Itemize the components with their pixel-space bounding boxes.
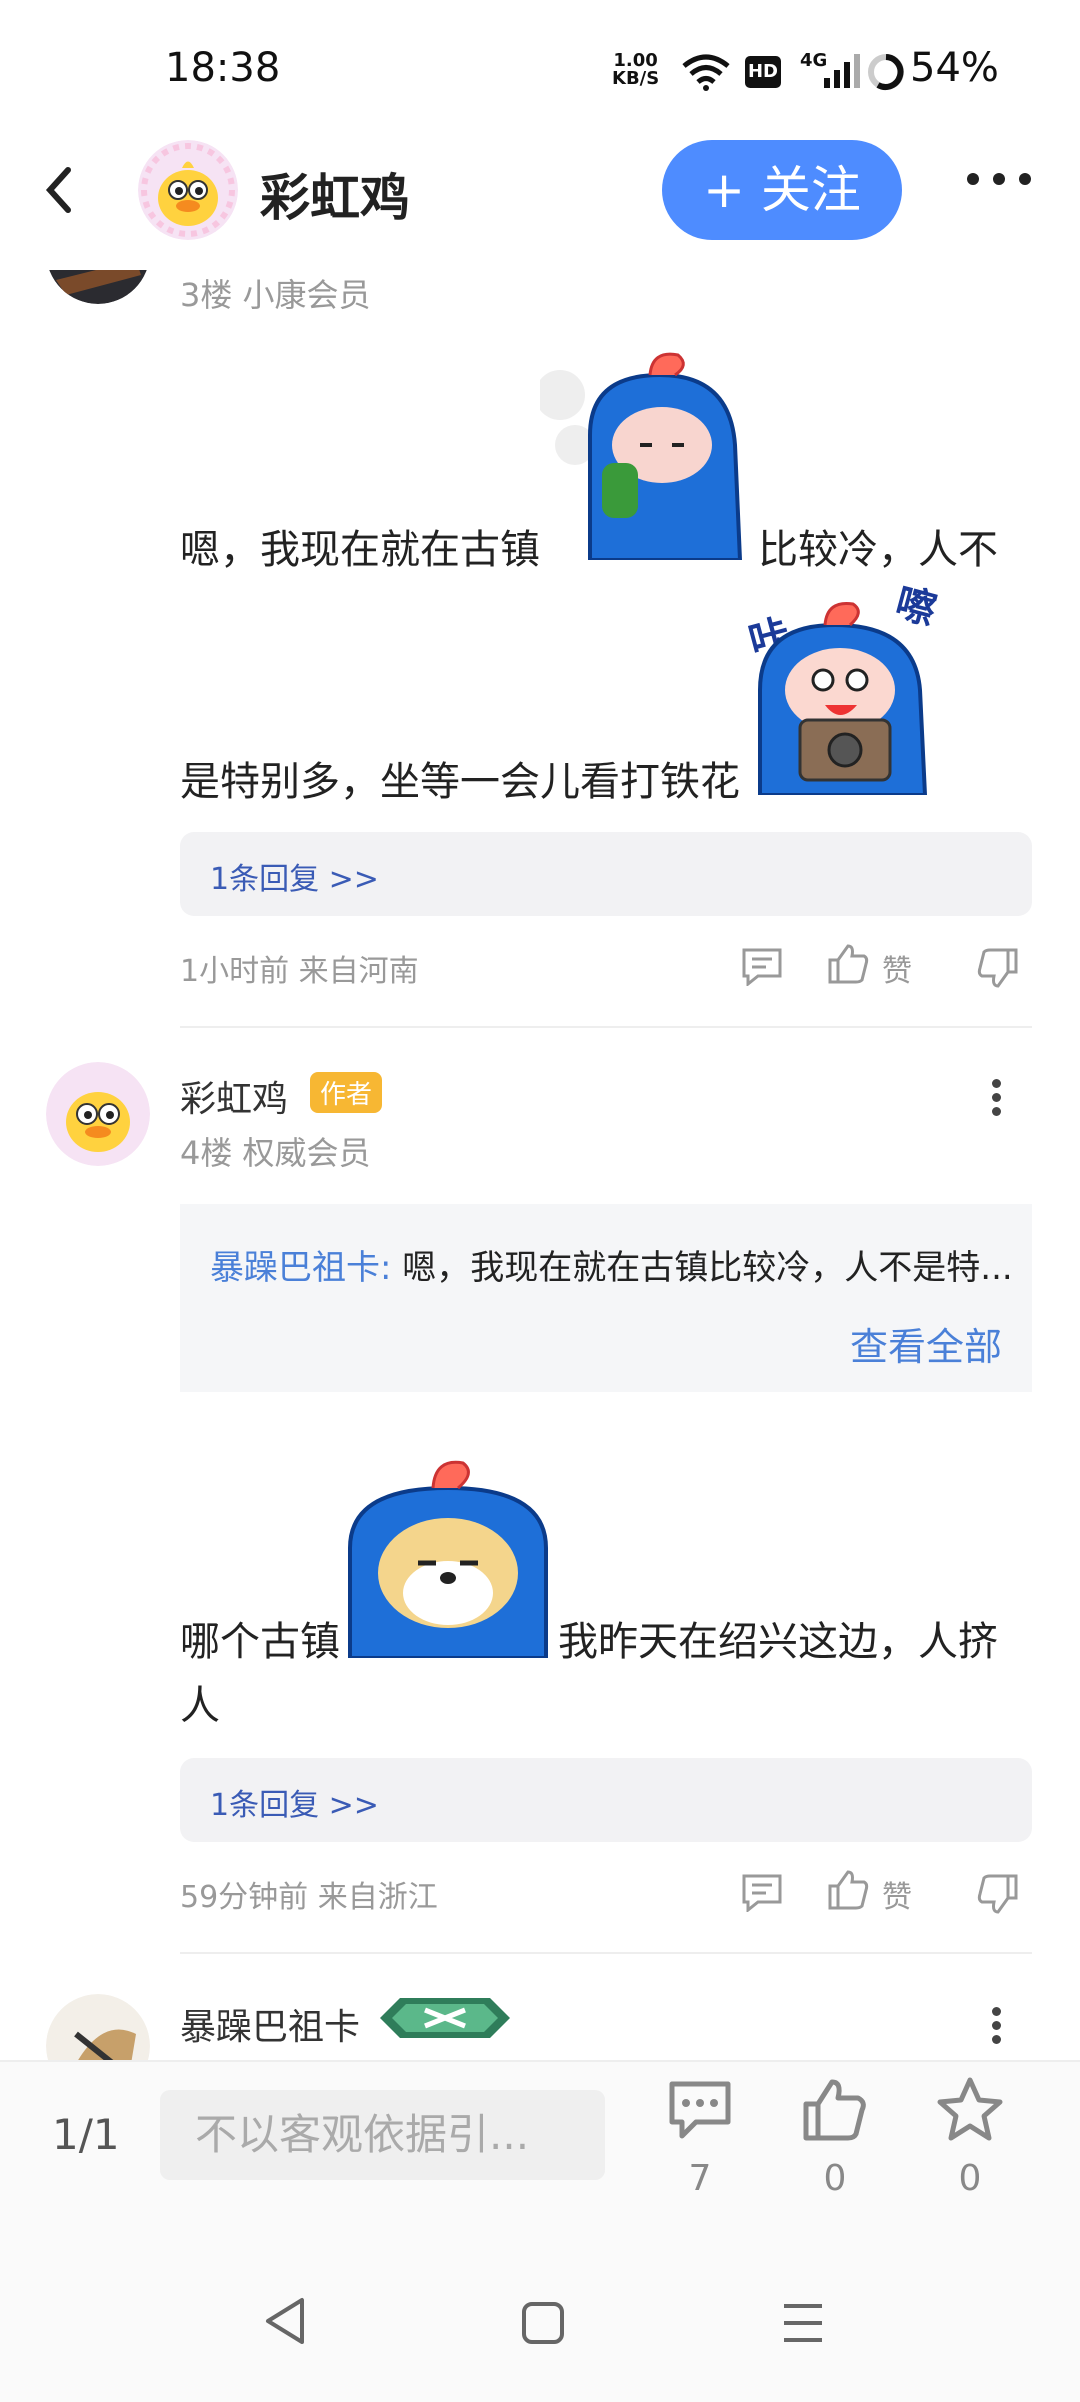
comment-input[interactable]: 不以客观依据引... xyxy=(160,2090,605,2180)
post-footer-meta: 1小时前 来自河南 xyxy=(180,954,419,989)
post-menu-icon[interactable] xyxy=(992,2002,1001,2049)
reply-box[interactable]: 1条回复 >> xyxy=(180,832,1032,916)
comments-count: 7 xyxy=(688,2158,712,2199)
sticker-icon: 咔 嚓 xyxy=(744,580,942,797)
post-text-part: 比较冷，人不 xyxy=(758,527,998,573)
view-replies-link[interactable]: 1条回复 >> xyxy=(210,1780,379,1824)
follow-button[interactable]: + 关注 xyxy=(662,140,902,240)
page-title: 彩虹鸡 xyxy=(260,169,410,227)
like-icon[interactable] xyxy=(800,2076,870,2142)
nav-back-icon[interactable] xyxy=(262,2296,308,2346)
divider xyxy=(180,1952,1032,1954)
divider xyxy=(180,1026,1032,1028)
favorites-count: 0 xyxy=(958,2158,982,2199)
comment-icon[interactable] xyxy=(740,1872,784,1912)
view-replies-link[interactable]: 1条回复 >> xyxy=(210,854,379,898)
comment-icon[interactable] xyxy=(740,946,784,986)
sticker-icon xyxy=(535,352,743,562)
quote-author[interactable]: 暴躁巴祖卡: xyxy=(210,1248,391,1288)
nav-menu-icon[interactable] xyxy=(780,2300,826,2346)
post-menu-icon[interactable] xyxy=(992,1074,1001,1121)
post-text-part: 嗯，我现在就在古镇 xyxy=(180,527,540,573)
user-avatar[interactable] xyxy=(46,1062,150,1166)
wifi-icon xyxy=(682,54,730,91)
back-arrow-icon[interactable] xyxy=(38,160,78,220)
floor-meta: 3楼 小康会员 xyxy=(180,276,371,314)
network-speed: 1.00 KB/S xyxy=(612,50,660,89)
quote-box[interactable]: 暴躁巴祖卡: 嗯，我现在就在古镇比较冷，人不是特... 查看全部 xyxy=(180,1204,1032,1392)
nav-home-icon[interactable] xyxy=(520,2300,566,2346)
battery-ring-icon xyxy=(868,54,904,90)
thumbs-up-icon[interactable] xyxy=(826,1868,870,1912)
chick-avatar-icon xyxy=(138,140,238,240)
post-text-part: 是特别多，坐等一会儿看打铁花 xyxy=(180,759,740,805)
sticker-icon xyxy=(348,1460,548,1660)
sticker-blue-drinking xyxy=(535,345,750,564)
sticker-blue-camera: 咔 嚓 xyxy=(744,580,965,799)
author-badge: 作者 xyxy=(310,1072,383,1113)
like-label[interactable]: 赞 xyxy=(882,1872,912,1916)
thumbs-up-icon[interactable] xyxy=(826,942,870,986)
like-label[interactable]: 赞 xyxy=(882,946,912,990)
reply-box[interactable]: 1条回复 >> xyxy=(180,1758,1032,1842)
thumbs-down-icon[interactable] xyxy=(976,1872,1020,1916)
thumbs-down-icon[interactable] xyxy=(976,946,1020,990)
likes-count: 0 xyxy=(823,2158,847,2199)
favorite-star-icon[interactable] xyxy=(936,2076,1004,2142)
username[interactable]: 暴躁巴祖卡 xyxy=(180,1998,360,2050)
hd-icon: HD xyxy=(745,56,781,88)
sticker-blue-dog xyxy=(348,1448,548,1662)
level-badge-icon xyxy=(380,1998,510,2038)
page-indicator[interactable]: 1/1 xyxy=(52,2110,120,2159)
floor-meta: 4楼 权威会员 xyxy=(180,1134,371,1172)
see-all-link[interactable]: 查看全部 xyxy=(850,1316,1002,1371)
status-time: 18:38 xyxy=(165,45,281,91)
post-footer-meta: 59分钟前 来自浙江 xyxy=(180,1880,438,1915)
signal-icon xyxy=(824,54,860,88)
battery-percent: 54% xyxy=(910,45,999,91)
svg-text:嚓: 嚓 xyxy=(891,580,942,634)
quote-text: 暴躁巴祖卡: 嗯，我现在就在古镇比较冷，人不是特... xyxy=(210,1248,1013,1288)
comment-bubble-icon[interactable] xyxy=(666,2078,734,2142)
post-text-part: 人 xyxy=(180,1683,220,1729)
chick-avatar-icon xyxy=(46,1062,150,1166)
username[interactable]: 彩虹鸡 xyxy=(180,1070,288,1122)
more-options-icon[interactable] xyxy=(960,170,1038,189)
post-text-part: 哪个古镇 xyxy=(180,1619,340,1665)
post-text-part: 我昨天在绍兴这边，人挤 xyxy=(558,1619,998,1665)
author-avatar[interactable] xyxy=(138,140,238,240)
